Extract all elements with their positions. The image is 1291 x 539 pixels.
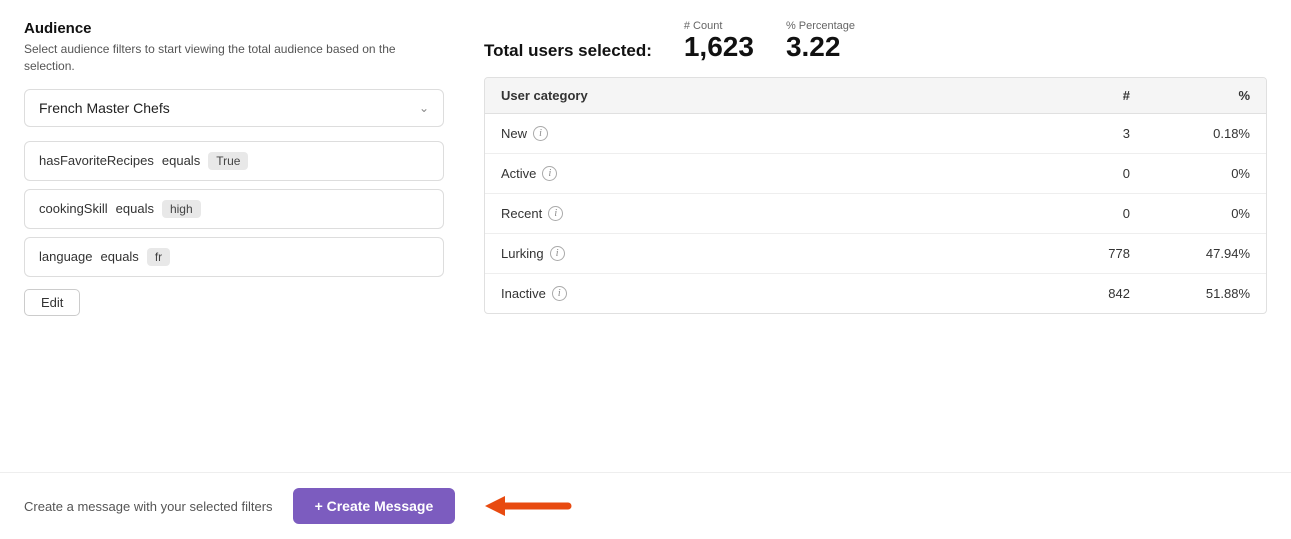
info-icon: i (548, 206, 563, 221)
count-cell-lurking: 778 (1010, 246, 1130, 261)
col-header-category: User category (501, 88, 1010, 103)
info-icon: i (542, 166, 557, 181)
category-cell-new: New i (501, 126, 1010, 141)
filter-row-1: hasFavoriteRecipes equals True (24, 141, 444, 181)
filter-value-badge: high (162, 200, 201, 218)
arrow-icon (483, 487, 573, 525)
count-cell-active: 0 (1010, 166, 1130, 181)
percent-cell-active: 0% (1130, 166, 1250, 181)
filter-row-2: cookingSkill equals high (24, 189, 444, 229)
percent-cell-new: 0.18% (1130, 126, 1250, 141)
audience-title: Audience (24, 20, 444, 37)
filter-operator: equals (116, 201, 154, 216)
audience-dropdown[interactable]: French Master Chefs ⌄ (24, 89, 444, 127)
arrow-indicator (483, 487, 573, 525)
filter-value-badge: fr (147, 248, 170, 266)
total-users-label: Total users selected: (484, 41, 652, 61)
category-cell-inactive: Inactive i (501, 286, 1010, 301)
percent-cell-recent: 0% (1130, 206, 1250, 221)
count-cell-recent: 0 (1010, 206, 1130, 221)
category-cell-recent: Recent i (501, 206, 1010, 221)
info-icon: i (552, 286, 567, 301)
col-header-percent: % (1130, 88, 1250, 103)
audience-subtitle: Select audience filters to start viewing… (24, 41, 444, 75)
category-name-active: Active (501, 166, 536, 181)
filter-property: hasFavoriteRecipes (39, 153, 154, 168)
left-panel: Audience Select audience filters to star… (24, 20, 444, 452)
category-name-lurking: Lurking (501, 246, 544, 261)
count-cell-inactive: 842 (1010, 286, 1130, 301)
filter-row-3: language equals fr (24, 237, 444, 277)
category-name-recent: Recent (501, 206, 542, 221)
edit-button[interactable]: Edit (24, 289, 80, 316)
total-users-header: Total users selected: # Count 1,623 % Pe… (484, 20, 1267, 61)
count-cell-new: 3 (1010, 126, 1130, 141)
info-icon: i (533, 126, 548, 141)
percentage-value: 3.22 (786, 33, 841, 61)
col-header-count: # (1010, 88, 1130, 103)
category-cell-lurking: Lurking i (501, 246, 1010, 261)
count-value: 1,623 (684, 33, 754, 61)
table-row: Inactive i 842 51.88% (485, 274, 1266, 313)
chevron-down-icon: ⌄ (419, 101, 429, 115)
category-name-new: New (501, 126, 527, 141)
footer-text: Create a message with your selected filt… (24, 499, 273, 514)
table-row: Lurking i 778 47.94% (485, 234, 1266, 274)
percentage-metric: % Percentage 3.22 (786, 20, 855, 61)
right-panel: Total users selected: # Count 1,623 % Pe… (484, 20, 1267, 452)
filter-value-badge: True (208, 152, 248, 170)
percent-cell-inactive: 51.88% (1130, 286, 1250, 301)
filter-property: cookingSkill (39, 201, 108, 216)
category-cell-active: Active i (501, 166, 1010, 181)
percent-cell-lurking: 47.94% (1130, 246, 1250, 261)
category-name-inactive: Inactive (501, 286, 546, 301)
table-row: Active i 0 0% (485, 154, 1266, 194)
info-icon: i (550, 246, 565, 261)
filter-operator: equals (162, 153, 200, 168)
table-row: Recent i 0 0% (485, 194, 1266, 234)
create-message-button[interactable]: + Create Message (293, 488, 456, 524)
table-row: New i 3 0.18% (485, 114, 1266, 154)
count-metric: # Count 1,623 (684, 20, 754, 61)
user-category-table: User category # % New i 3 0.18% Active i… (484, 77, 1267, 314)
filter-operator: equals (101, 249, 139, 264)
footer-bar: Create a message with your selected filt… (0, 472, 1291, 539)
table-header: User category # % (485, 78, 1266, 114)
dropdown-value: French Master Chefs (39, 100, 170, 116)
filter-property: language (39, 249, 93, 264)
